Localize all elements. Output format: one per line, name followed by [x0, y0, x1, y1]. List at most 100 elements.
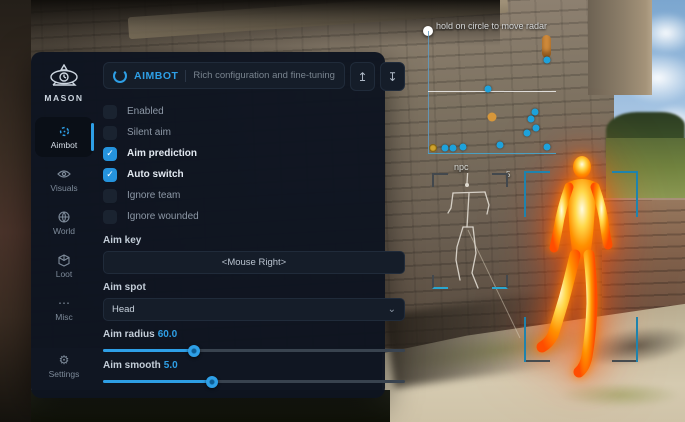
- radar-yellow-dot: [429, 144, 437, 152]
- player-esp-bracket: [524, 171, 638, 362]
- sidebar-item-settings[interactable]: ⚙ Settings: [35, 346, 93, 386]
- sidebar-item-aimbot[interactable]: Aimbot: [35, 117, 93, 157]
- slider-fill: [103, 349, 194, 352]
- export-config-button[interactable]: ↧: [380, 62, 405, 91]
- brand-name: MASON: [44, 93, 83, 103]
- radar-orange-dot: [488, 113, 497, 122]
- checkbox[interactable]: ✓: [103, 105, 117, 119]
- radar-blue-dot: [450, 145, 457, 152]
- bracket-segment: [612, 171, 638, 173]
- slider-fill: [103, 380, 212, 383]
- aim-spot-value: Head: [112, 304, 135, 315]
- cheat-menu-panel: MASON Aimbot Visuals: [31, 52, 385, 398]
- checkbox[interactable]: ✓: [103, 210, 117, 224]
- toggle-label: Aim prediction: [127, 148, 197, 159]
- radar-blue-dot: [524, 130, 531, 137]
- panel-header: AIMBOT Rich configuration and fine-tunin…: [103, 62, 405, 91]
- sidebar: MASON Aimbot Visuals: [31, 52, 97, 398]
- radar-blue-dot: [544, 57, 551, 64]
- sidebar-item-visuals[interactable]: Visuals: [35, 160, 93, 200]
- radar-blue-dot: [442, 145, 449, 152]
- radar-blue-dot: [533, 125, 540, 132]
- toggle-enabled[interactable]: ✓ Enabled: [103, 101, 405, 122]
- slider-label: Aim radius: [103, 329, 155, 340]
- radar-blue-dot: [485, 86, 492, 93]
- toggle-label: Ignore wounded: [127, 211, 199, 222]
- left-wall-edge: [0, 0, 31, 422]
- mason-logo-icon: [46, 64, 82, 90]
- bracket-segment: [524, 171, 526, 217]
- upload-icon: ↥: [357, 70, 367, 84]
- aim-smooth-slider[interactable]: [103, 380, 405, 383]
- game-screen: hold on circle to move radar npc 5: [0, 0, 685, 422]
- sidebar-item-world[interactable]: World: [35, 203, 93, 243]
- checkbox[interactable]: ✓: [103, 168, 117, 182]
- slider-label: Aim smooth: [103, 360, 161, 371]
- toggle-label: Enabled: [127, 106, 164, 117]
- aim-spot-select[interactable]: Head ⌄: [103, 298, 405, 321]
- npc-skeleton: [432, 173, 508, 291]
- sidebar-item-label: Visuals: [50, 183, 77, 193]
- aim-radius-slider[interactable]: [103, 349, 405, 352]
- ellipsis-icon: ⋯: [58, 296, 70, 310]
- bracket-segment: [526, 360, 550, 362]
- section-title-bar: AIMBOT Rich configuration and fine-tunin…: [103, 62, 345, 89]
- toggle-ignore-team[interactable]: ✓ Ignore team: [103, 185, 405, 206]
- slider-handle[interactable]: [188, 345, 200, 357]
- crosshair-icon: [58, 124, 71, 138]
- sidebar-item-label: World: [53, 226, 75, 236]
- radar-hint-text: hold on circle to move radar: [436, 21, 547, 31]
- checkbox[interactable]: ✓: [103, 147, 117, 161]
- spinner-icon: [113, 69, 127, 83]
- radar-blue-dot: [528, 116, 535, 123]
- npc-name-label: npc: [454, 162, 469, 172]
- cube-icon: [58, 253, 70, 267]
- globe-icon: [58, 210, 70, 224]
- bracket-segment: [636, 171, 638, 217]
- section-title: AIMBOT: [134, 70, 178, 82]
- sidebar-item-label: Loot: [56, 269, 73, 279]
- brand: MASON: [44, 64, 83, 103]
- divider: [185, 70, 186, 82]
- gear-icon: ⚙: [59, 353, 70, 367]
- download-icon: ↧: [387, 70, 397, 84]
- toggle-auto-switch[interactable]: ✓ Auto switch: [103, 164, 405, 185]
- aim-spot-label: Aim spot: [103, 282, 405, 293]
- bracket-segment: [636, 317, 638, 362]
- aim-key-label: Aim key: [103, 235, 405, 246]
- toggle-silent-aim[interactable]: ✓ Silent aim: [103, 122, 405, 143]
- sidebar-item-loot[interactable]: Loot: [35, 246, 93, 286]
- toggle-ignore-wounded[interactable]: ✓ Ignore wounded: [103, 206, 405, 227]
- radar-blue-dot: [497, 142, 504, 149]
- wall-corner-block: [588, 0, 652, 95]
- toggle-label: Silent aim: [127, 127, 171, 138]
- aim-key-button[interactable]: <Mouse Right>: [103, 251, 405, 274]
- toggle-label: Ignore team: [127, 190, 180, 201]
- sidebar-item-misc[interactable]: ⋯ Misc: [35, 289, 93, 329]
- radar-dots: [428, 31, 556, 154]
- radar-blue-dot: [544, 144, 551, 151]
- checkbox[interactable]: ✓: [103, 189, 117, 203]
- bracket-segment: [524, 171, 550, 173]
- slider-handle[interactable]: [206, 376, 218, 388]
- eye-icon: [57, 167, 71, 181]
- slider-value: 5.0: [164, 360, 178, 371]
- toggle-aim-prediction[interactable]: ✓ Aim prediction: [103, 143, 405, 164]
- bracket-segment: [612, 360, 636, 362]
- npc-esp: npc 5: [432, 163, 510, 291]
- aim-smooth-label: Aim smooth5.0: [103, 360, 405, 371]
- panel-content: AIMBOT Rich configuration and fine-tunin…: [97, 52, 419, 398]
- checkbox[interactable]: ✓: [103, 126, 117, 140]
- sidebar-item-label: Aimbot: [51, 140, 77, 150]
- import-config-button[interactable]: ↥: [350, 62, 375, 91]
- bracket-segment: [524, 317, 526, 362]
- section-subtitle: Rich configuration and fine-tuning: [193, 70, 335, 81]
- sidebar-item-label: Misc: [55, 312, 72, 322]
- chevron-down-icon: ⌄: [388, 305, 396, 315]
- radar-blue-dot: [460, 144, 467, 151]
- radar-blue-dot: [532, 109, 539, 116]
- radar-widget[interactable]: hold on circle to move radar: [428, 31, 556, 154]
- aim-radius-label: Aim radius60.0: [103, 329, 405, 340]
- slider-value: 60.0: [158, 329, 177, 340]
- sidebar-item-label: Settings: [49, 369, 80, 379]
